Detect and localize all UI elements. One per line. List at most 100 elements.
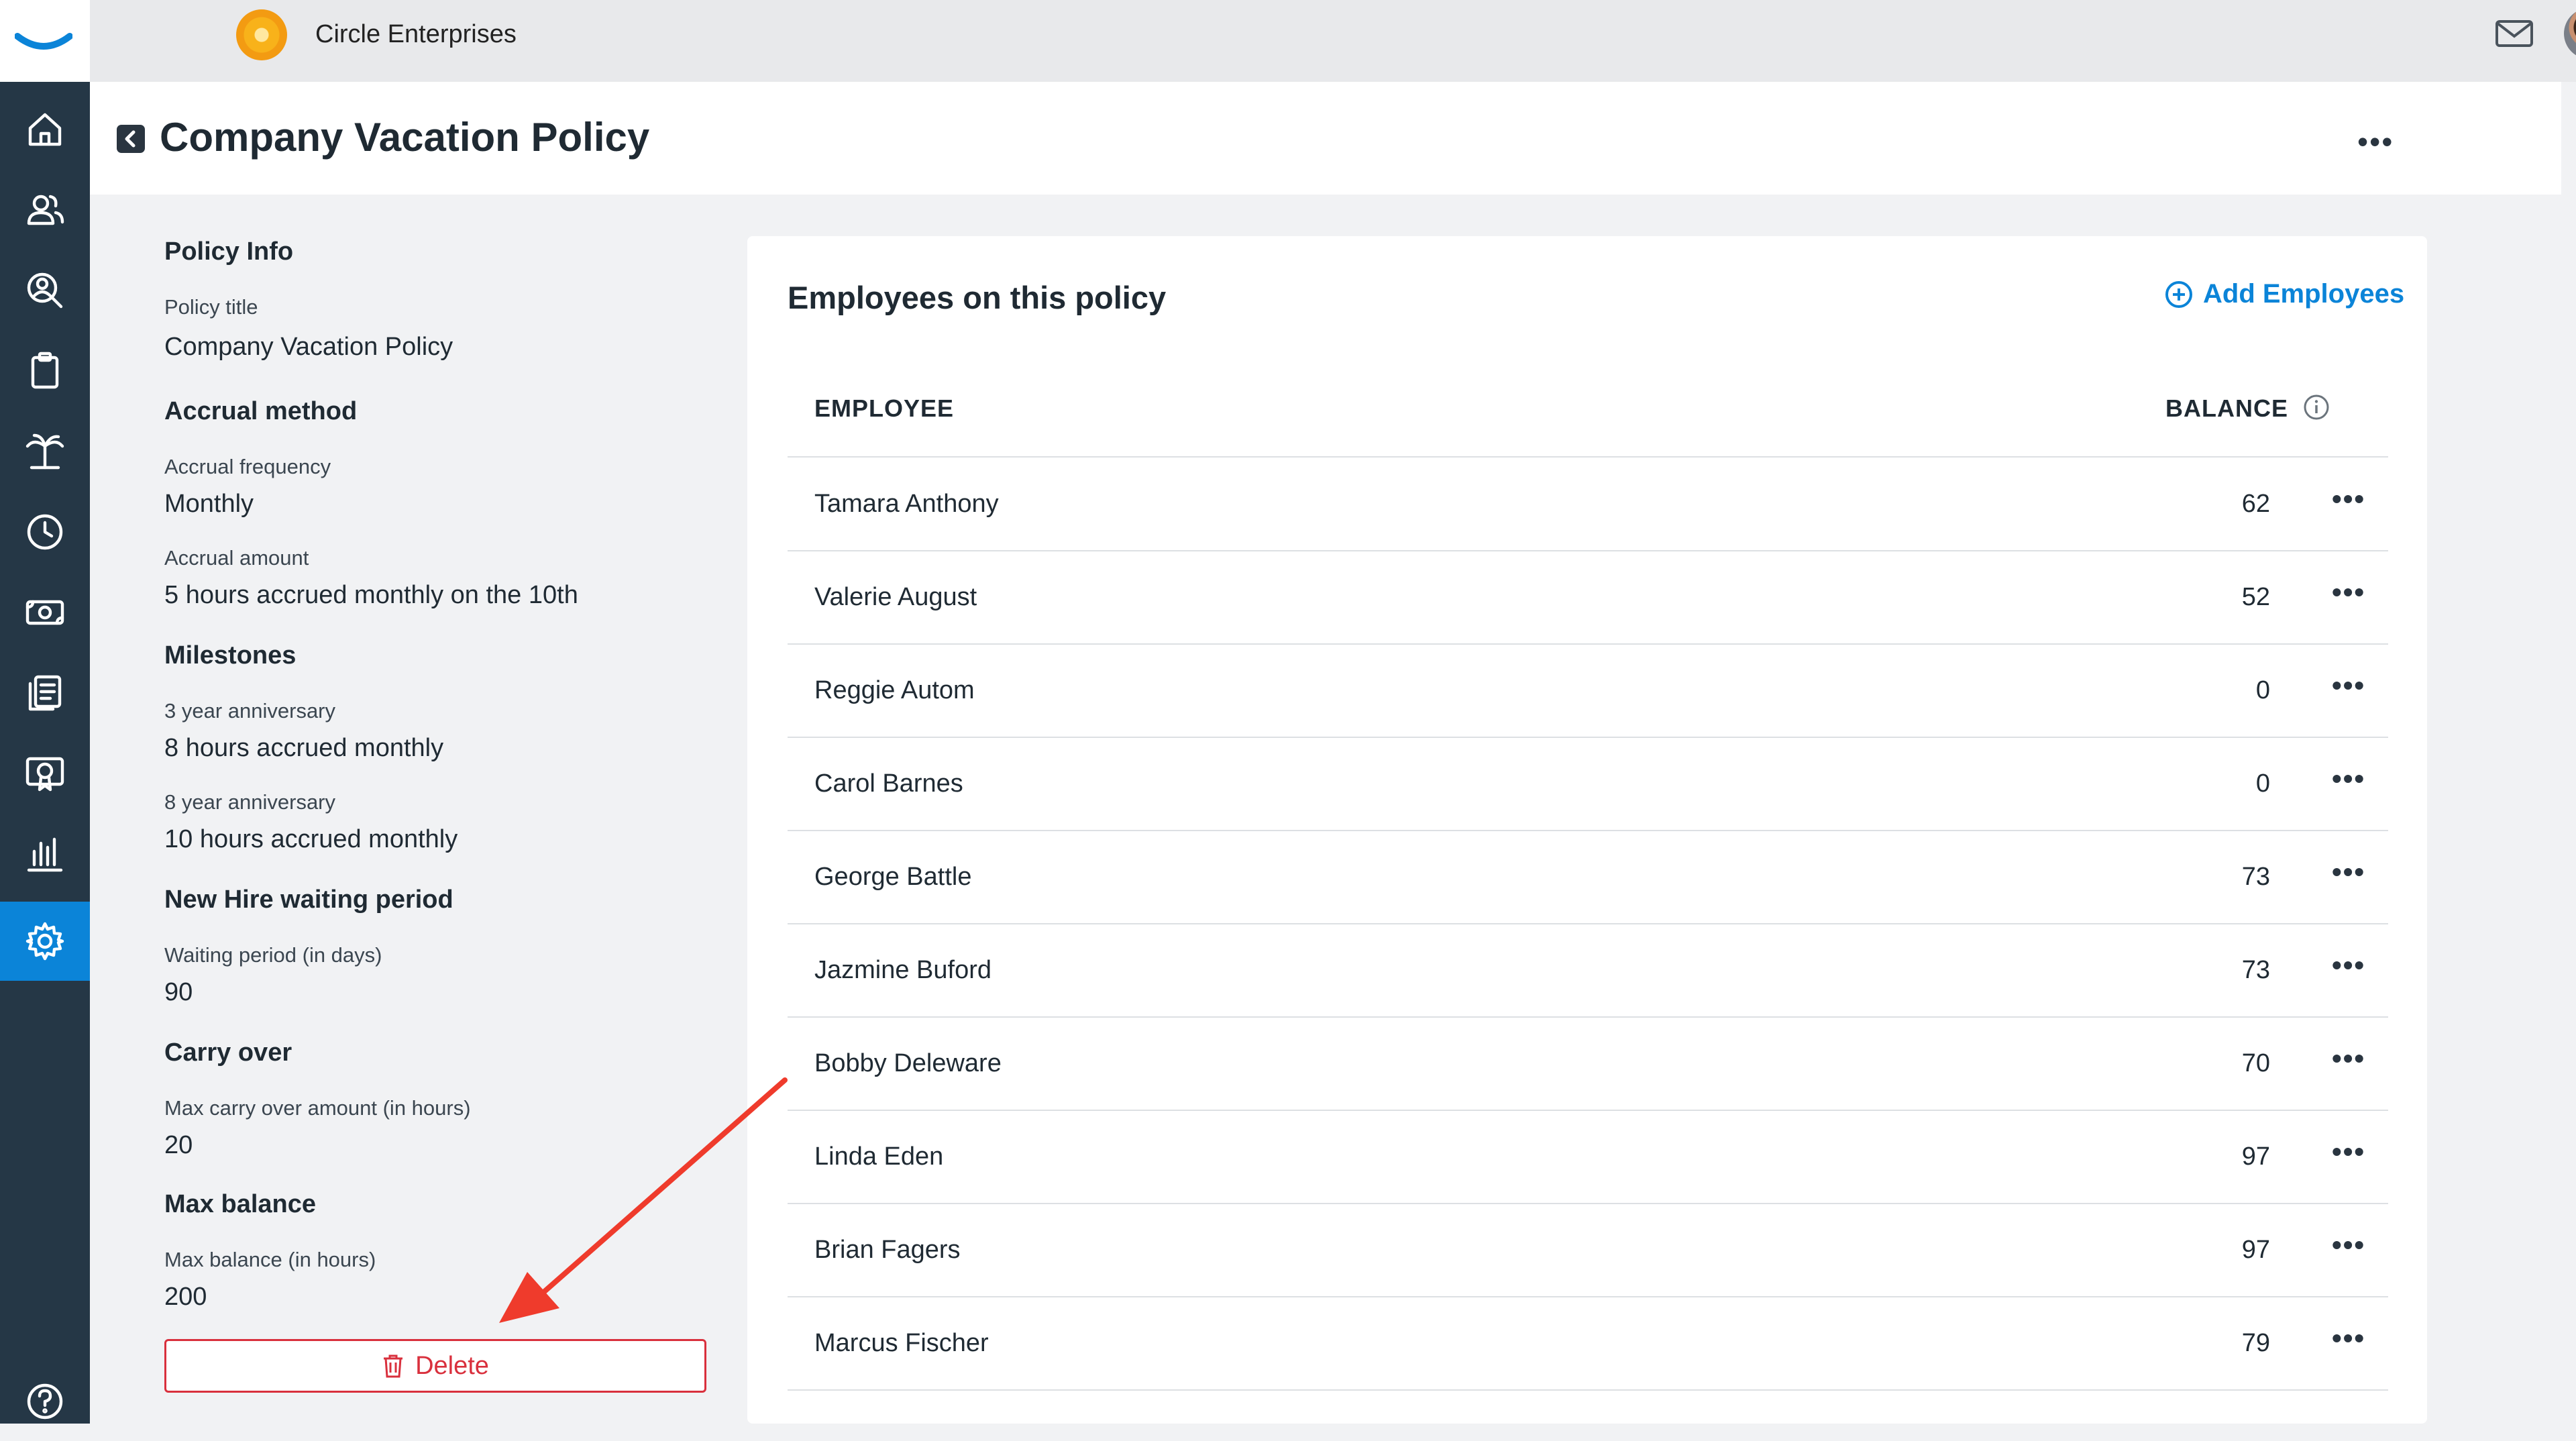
gear-icon [25, 922, 64, 961]
table-row[interactable]: Marcus Fischer 79 ••• [788, 1297, 2388, 1389]
home-icon [28, 113, 62, 146]
employee-balance: 73 [2241, 863, 2270, 891]
table-row[interactable]: Jazmine Buford 73 ••• [788, 924, 2388, 1016]
sidebar-item-payroll[interactable] [0, 573, 90, 652]
sidebar-nav [0, 0, 90, 1424]
table-row[interactable]: Reggie Autom 0 ••• [788, 644, 2388, 737]
page-title: Company Vacation Policy [160, 115, 650, 160]
table-row[interactable]: Brian Fagers 97 ••• [788, 1204, 2388, 1296]
row-more-options-icon[interactable]: ••• [2332, 1043, 2365, 1075]
employee-balance: 0 [2255, 769, 2270, 798]
mail-icon[interactable] [2494, 17, 2534, 50]
accrual-amount-value: 5 hours accrued monthly on the 10th [164, 581, 578, 609]
row-more-options-icon[interactable]: ••• [2332, 576, 2365, 608]
milestone-2-value: 10 hours accrued monthly [164, 825, 458, 853]
more-options-icon[interactable]: ••• [2357, 123, 2394, 160]
top-bar: Circle Enterprises [90, 0, 2576, 82]
sidebar-item-documents[interactable] [0, 653, 90, 733]
add-employees-label: Add Employees [2203, 279, 2405, 309]
max-balance-value: 200 [164, 1283, 207, 1311]
employee-balance: 97 [2241, 1236, 2270, 1264]
sidebar-item-reports[interactable] [0, 814, 90, 894]
policy-title-label: Policy title [164, 295, 258, 319]
employee-balance: 0 [2255, 676, 2270, 704]
logo-smile-icon [15, 33, 72, 50]
employee-name[interactable]: Tamara Anthony [814, 490, 999, 519]
employee-balance: 79 [2241, 1329, 2270, 1357]
employee-name[interactable]: Bobby Deleware [814, 1049, 1002, 1078]
people-icon [27, 195, 64, 225]
employee-balance: 52 [2241, 583, 2270, 611]
user-avatar[interactable] [2564, 8, 2576, 59]
row-more-options-icon[interactable]: ••• [2332, 856, 2365, 888]
employee-name[interactable]: Carol Barnes [814, 769, 963, 798]
sidebar-item-tasks[interactable] [0, 331, 90, 411]
company-logo [236, 9, 287, 60]
row-more-options-icon[interactable]: ••• [2332, 1322, 2365, 1354]
clock-icon [27, 514, 63, 550]
page-header: Company Vacation Policy ••• [90, 82, 2561, 195]
employee-balance: 73 [2241, 956, 2270, 984]
carry-over-value: 20 [164, 1131, 193, 1159]
employees-card: Employees on this policy Add Employees E… [747, 236, 2427, 1424]
table-row[interactable]: George Battle 73 ••• [788, 831, 2388, 923]
milestones-heading: Milestones [164, 641, 297, 670]
table-row[interactable]: Tamara Anthony 62 ••• [788, 458, 2388, 550]
help-icon [27, 1383, 63, 1420]
row-more-options-icon[interactable]: ••• [2332, 1136, 2365, 1168]
employee-name[interactable]: Linda Eden [814, 1142, 943, 1171]
sidebar-item-time-off[interactable] [0, 412, 90, 491]
sidebar-item-recruiting[interactable] [0, 251, 90, 330]
milestone-1-value: 8 hours accrued monthly [164, 734, 444, 762]
sidebar-item-help[interactable] [0, 1362, 90, 1441]
table-row[interactable]: Carol Barnes 0 ••• [788, 737, 2388, 830]
employee-balance: 70 [2241, 1049, 2270, 1077]
employee-name[interactable]: Marcus Fischer [814, 1329, 989, 1358]
row-divider [788, 1389, 2388, 1391]
plus-circle-icon [2165, 280, 2192, 308]
row-more-options-icon[interactable]: ••• [2332, 483, 2365, 515]
sidebar-item-home[interactable] [0, 90, 90, 169]
company-name[interactable]: Circle Enterprises [315, 20, 517, 49]
row-more-options-icon[interactable]: ••• [2332, 949, 2365, 981]
waiting-period-value: 90 [164, 978, 193, 1006]
accrual-frequency-value: Monthly [164, 490, 254, 518]
column-header-employee[interactable]: EMPLOYEE [814, 394, 954, 423]
employees-card-title: Employees on this policy [788, 280, 1167, 315]
max-balance-heading: Max balance [164, 1190, 316, 1218]
app-logo[interactable] [0, 0, 90, 82]
money-icon [25, 600, 64, 625]
employee-balance: 62 [2241, 490, 2270, 518]
employee-name[interactable]: Jazmine Buford [814, 956, 991, 985]
documents-icon [28, 675, 62, 711]
delete-button-label: Delete [415, 1351, 489, 1380]
sidebar-item-training[interactable] [0, 734, 90, 813]
accrual-method-heading: Accrual method [164, 397, 358, 425]
row-more-options-icon[interactable]: ••• [2332, 1229, 2365, 1261]
back-icon[interactable] [117, 125, 145, 153]
employee-name[interactable]: George Battle [814, 863, 971, 892]
sidebar-item-time[interactable] [0, 492, 90, 572]
employee-name[interactable]: Valerie August [814, 583, 977, 612]
sidebar-item-people[interactable] [0, 170, 90, 250]
delete-button[interactable]: Delete [164, 1339, 706, 1393]
milestone-1-label: 3 year anniversary [164, 699, 336, 723]
row-more-options-icon[interactable]: ••• [2332, 763, 2365, 795]
clipboard-icon [31, 352, 59, 389]
waiting-period-label: Waiting period (in days) [164, 943, 382, 967]
accrual-frequency-label: Accrual frequency [164, 455, 331, 478]
trash-icon [384, 1354, 403, 1378]
table-row[interactable]: Linda Eden 97 ••• [788, 1110, 2388, 1203]
table-row[interactable]: Bobby Deleware 70 ••• [788, 1017, 2388, 1110]
carry-over-heading: Carry over [164, 1038, 292, 1067]
column-header-balance[interactable]: BALANCE [2165, 394, 2288, 423]
employee-name[interactable]: Brian Fagers [814, 1236, 961, 1265]
add-employees-button[interactable]: Add Employees [2164, 279, 2404, 309]
max-balance-label: Max balance (in hours) [164, 1248, 376, 1271]
sidebar-item-settings[interactable] [0, 902, 90, 981]
employee-name[interactable]: Reggie Autom [814, 676, 975, 705]
info-icon[interactable] [2302, 393, 2330, 421]
waiting-period-heading: New Hire waiting period [164, 886, 453, 914]
row-more-options-icon[interactable]: ••• [2332, 670, 2365, 702]
table-row[interactable]: Valerie August 52 ••• [788, 551, 2388, 643]
